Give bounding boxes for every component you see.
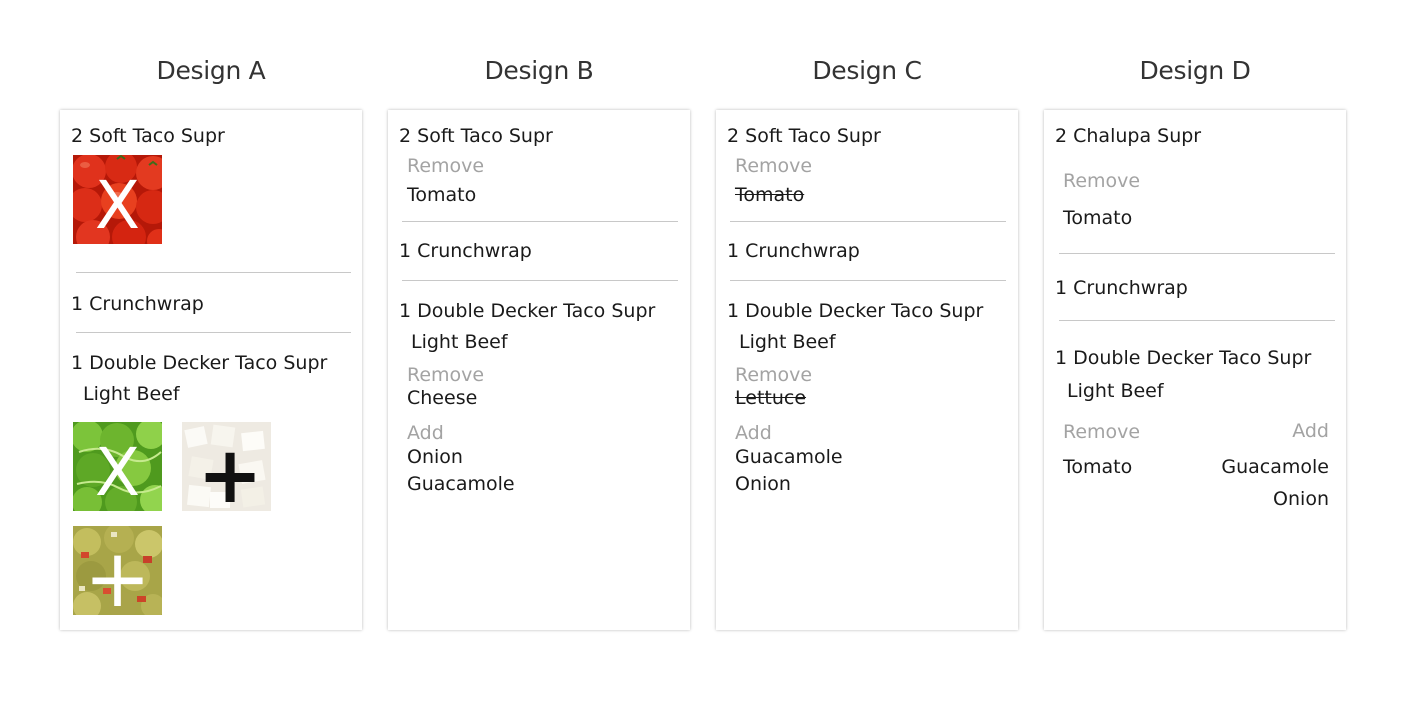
svg-text:X: X	[95, 434, 140, 511]
remove-label: Remove	[735, 364, 813, 386]
design-b-title: Design B	[484, 56, 594, 85]
removed-ingredient: Tomato	[407, 184, 477, 206]
added-ingredient: Guacamole	[735, 446, 843, 468]
divider	[730, 221, 1006, 222]
order-item-crunchwrap: 1 Crunchwrap	[1055, 277, 1188, 299]
design-d-title: Design D	[1139, 56, 1251, 85]
remove-label: Remove	[735, 155, 813, 177]
design-b-card: 2 Soft Taco Supr Remove Tomato 1 Crunchw…	[388, 110, 690, 630]
divider	[76, 272, 351, 273]
divider	[1059, 320, 1335, 321]
divider	[1059, 253, 1335, 254]
order-item-chalupa: 2 Chalupa Supr	[1055, 125, 1202, 147]
order-item-double-decker: 1 Double Decker Taco Supr	[71, 352, 328, 374]
removed-ingredient-struck: Lettuce	[735, 387, 807, 409]
design-a-title: Design A	[156, 56, 266, 85]
item-modifier-light-beef: Light Beef	[739, 331, 836, 353]
svg-text:+: +	[197, 431, 262, 511]
divider	[730, 280, 1006, 281]
item-modifier-light-beef: Light Beef	[83, 383, 180, 405]
order-item-crunchwrap: 1 Crunchwrap	[71, 293, 204, 315]
divider	[402, 221, 678, 222]
design-c-card: 2 Soft Taco Supr Remove Tomato 1 Crunchw…	[716, 110, 1018, 630]
order-item-soft-taco: 2 Soft Taco Supr	[727, 125, 881, 147]
order-item-double-decker: 1 Double Decker Taco Supr	[1055, 347, 1312, 369]
order-item-soft-taco: 2 Soft Taco Supr	[399, 125, 553, 147]
svg-text:+: +	[84, 532, 151, 615]
remove-label: Remove	[407, 155, 485, 177]
added-ingredient: Guacamole	[1221, 456, 1329, 478]
divider	[402, 280, 678, 281]
lettuce-remove-icon[interactable]: X	[73, 422, 162, 511]
item-modifier-light-beef: Light Beef	[411, 331, 508, 353]
added-ingredient: Onion	[735, 473, 791, 495]
order-item-crunchwrap: 1 Crunchwrap	[727, 240, 860, 262]
add-label: Add	[1292, 420, 1329, 442]
added-ingredient: Onion	[407, 446, 463, 468]
removed-ingredient: Tomato	[1063, 207, 1133, 229]
added-ingredient: Onion	[1273, 488, 1329, 510]
added-ingredient: Guacamole	[407, 473, 515, 495]
svg-text:X: X	[95, 167, 140, 244]
removed-ingredient-struck: Tomato	[735, 184, 805, 206]
remove-label: Remove	[407, 364, 485, 386]
order-item-double-decker: 1 Double Decker Taco Supr	[727, 300, 984, 322]
add-label: Add	[407, 422, 444, 444]
removed-ingredient: Tomato	[1063, 456, 1133, 478]
item-modifier-light-beef: Light Beef	[1067, 380, 1164, 402]
onion-add-icon[interactable]: +	[182, 422, 271, 511]
remove-label: Remove	[1063, 421, 1141, 443]
design-a-card: 2 Soft Taco Supr X 1 Crunchwrap 1 Double…	[60, 110, 362, 630]
removed-ingredient: Cheese	[407, 387, 478, 409]
design-c-title: Design C	[812, 56, 922, 85]
order-item-crunchwrap: 1 Crunchwrap	[399, 240, 532, 262]
order-item-double-decker: 1 Double Decker Taco Supr	[399, 300, 656, 322]
design-d-card: 2 Chalupa Supr Remove Tomato 1 Crunchwra…	[1044, 110, 1346, 630]
order-item-soft-taco: 2 Soft Taco Supr	[71, 125, 225, 147]
tomato-remove-icon[interactable]: X	[73, 155, 162, 244]
remove-label: Remove	[1063, 170, 1141, 192]
guacamole-add-icon[interactable]: +	[73, 526, 162, 615]
divider	[76, 332, 351, 333]
add-label: Add	[735, 422, 772, 444]
